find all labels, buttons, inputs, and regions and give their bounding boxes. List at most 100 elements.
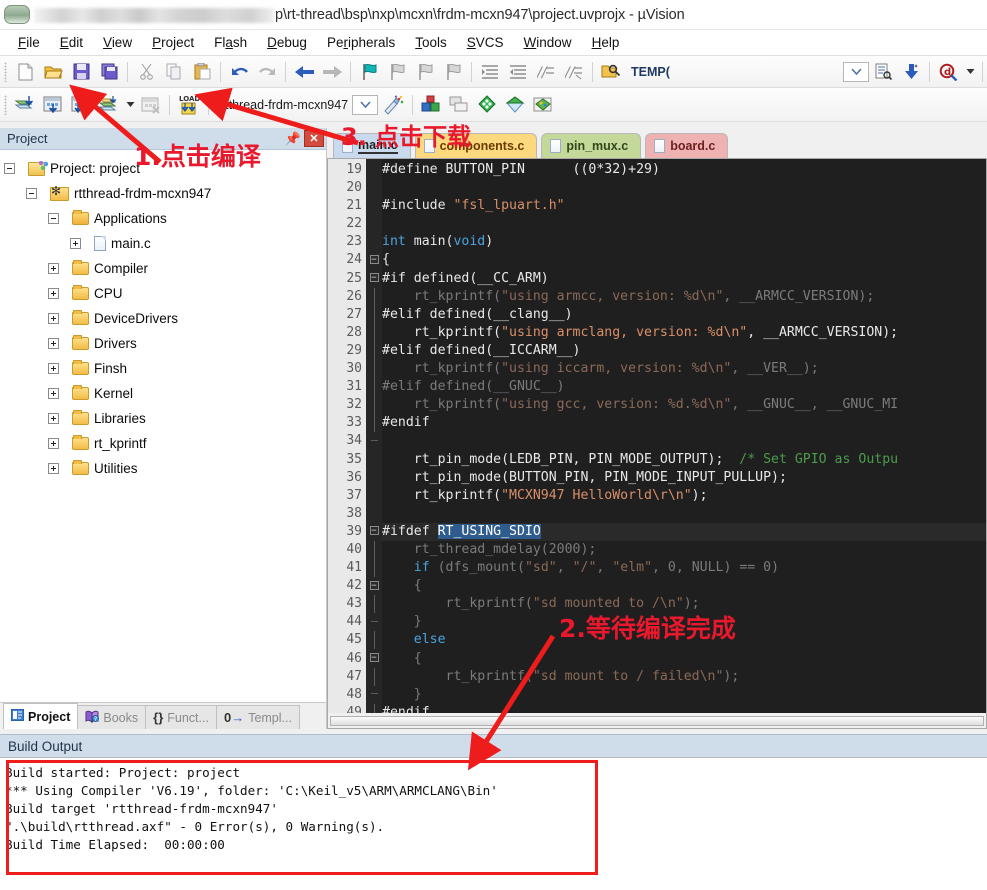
multi-project-icon[interactable] [445,92,473,118]
fold-toggle-icon[interactable]: − [366,650,382,668]
bookmark-prev-icon[interactable] [383,59,411,85]
fold-toggle-icon[interactable]: − [366,577,382,595]
configuration-wizard-icon[interactable] [473,92,501,118]
find-dropdown-icon[interactable] [962,59,978,85]
save-all-icon[interactable] [95,59,123,85]
bookmark-list-icon[interactable] [869,59,897,85]
project-tab-funct[interactable]: {} Funct... [145,705,217,729]
project-tab-project[interactable]: Project [3,703,79,729]
menu-peripherals[interactable]: Peripherals [317,32,405,53]
close-icon[interactable]: ✕ [304,130,324,147]
code-line[interactable] [382,432,986,450]
undo-icon[interactable] [225,59,253,85]
copy-icon[interactable] [160,59,188,85]
expand-icon[interactable] [48,388,59,399]
code-line[interactable]: rt_thread_mdelay(2000); [382,541,986,559]
batch-build-icon[interactable] [95,92,123,118]
rebuild-icon[interactable] [67,92,95,118]
code-line[interactable]: rt_kprintf("sd mounted to /\n"); [382,595,986,613]
menu-flash[interactable]: Flash [204,32,257,53]
translate-icon[interactable] [11,92,39,118]
tree-node[interactable]: Finsh [4,356,326,381]
fold-toggle-icon[interactable]: − [366,251,382,269]
fold-margin[interactable]: − − − − − [366,159,382,713]
code-line[interactable]: #elif defined(__GNUC__) [382,378,986,396]
manage-project-items-icon[interactable] [417,92,445,118]
code-line[interactable] [382,215,986,233]
code-line[interactable]: rt_kprintf("using iccarm, version: %d\n"… [382,360,986,378]
bookmark-clear-icon[interactable] [439,59,467,85]
target-dropdown-icon[interactable] [352,94,379,115]
code-line[interactable]: int main(void) [382,233,986,251]
expand-icon[interactable] [48,288,59,299]
menu-view[interactable]: View [93,32,142,53]
expand-icon[interactable] [48,263,59,274]
menu-tools[interactable]: Tools [405,32,457,53]
goto-icon[interactable] [897,59,925,85]
code-line[interactable]: #elif defined(__clang__) [382,306,986,324]
tree-node[interactable]: rt_kprintf [4,431,326,456]
expand-icon[interactable] [48,438,59,449]
code-line[interactable]: #include "fsl_lpuart.h" [382,197,986,215]
tree-node[interactable]: Project: project [4,156,326,181]
search-box-label[interactable]: TEMP( [625,65,676,79]
editor-horizontal-scrollbar[interactable] [327,713,987,729]
code-line[interactable]: #elif defined(__ICCARM__) [382,342,986,360]
comment-icon[interactable]: // [532,59,560,85]
code-line[interactable]: if (dfs_mount("sd", "/", "elm", 0, NULL)… [382,559,986,577]
collapse-icon[interactable] [4,163,15,174]
tree-node[interactable]: main.c [4,231,326,256]
menu-debug[interactable]: Debug [257,32,317,53]
tree-node[interactable]: Drivers [4,331,326,356]
editor-tab-board-c[interactable]: board.c [645,133,729,158]
code-line[interactable]: rt_kprintf("sd mount to / failed\n"); [382,668,986,686]
scrollbar-thumb[interactable] [330,715,984,726]
expand-icon[interactable] [48,463,59,474]
tree-node[interactable]: Applications [4,206,326,231]
code-line[interactable] [382,179,986,197]
tree-node[interactable]: rtthread-frdm-mcxn947 [4,181,326,206]
code-content[interactable]: #define BUTTON_PIN ((0*32)+29) #include "… [382,159,986,713]
code-line[interactable]: } [382,613,986,631]
outdent-icon[interactable] [504,59,532,85]
tree-node[interactable]: Libraries [4,406,326,431]
collapse-icon[interactable] [48,213,59,224]
bookmark-next-icon[interactable] [411,59,439,85]
code-line[interactable]: #if defined(__CC_ARM) [382,270,986,288]
tree-node[interactable]: CPU [4,281,326,306]
code-line[interactable]: { [382,251,986,269]
code-line[interactable]: } [382,686,986,704]
code-line[interactable]: { [382,650,986,668]
code-line[interactable]: rt_kprintf("using gcc, version: %d.%d\n"… [382,396,986,414]
uncomment-icon[interactable]: // [560,59,588,85]
editor-tab-pin_mux-c[interactable]: pin_mux.c [541,133,642,158]
code-line[interactable]: rt_pin_mode(LEDB_PIN, PIN_MODE_OUTPUT); … [382,451,986,469]
save-icon[interactable] [67,59,95,85]
expand-icon[interactable] [48,338,59,349]
code-line[interactable]: #ifdef RT_USING_SDIO [382,522,986,541]
code-editor[interactable]: 19 20 21 22 23 24 25 26 27 28 29 30 31 32 33 34 35 36 37 38… [327,158,987,713]
tree-node[interactable]: DeviceDrivers [4,306,326,331]
menu-project[interactable]: Project [142,32,204,53]
toolbar-grip[interactable] [4,61,7,82]
target-selector-value[interactable]: rtthread-frdm-mcxn947 [213,98,348,112]
menu-edit[interactable]: Edit [50,32,93,53]
find-in-files-icon[interactable] [597,59,625,85]
stop-build-icon[interactable] [137,92,165,118]
expand-icon[interactable] [70,238,81,249]
code-line[interactable]: rt_kprintf("using armcc, version: %d\n",… [382,288,986,306]
editor-tab-components-c[interactable]: components.c [414,133,538,158]
expand-icon[interactable] [48,363,59,374]
new-file-icon[interactable] [11,59,39,85]
code-line[interactable]: { [382,577,986,595]
project-tab-templ[interactable]: 0→ Templ... [215,705,300,729]
code-line[interactable]: #endif [382,414,986,432]
expand-icon[interactable] [48,313,59,324]
code-line[interactable] [382,505,986,523]
bookmark-toggle-icon[interactable] [355,59,383,85]
navigate-back-icon[interactable] [290,59,318,85]
fold-toggle-icon[interactable]: − [366,270,382,288]
expand-icon[interactable] [48,413,59,424]
target-options-icon[interactable] [378,92,408,118]
menu-window[interactable]: Window [514,32,582,53]
